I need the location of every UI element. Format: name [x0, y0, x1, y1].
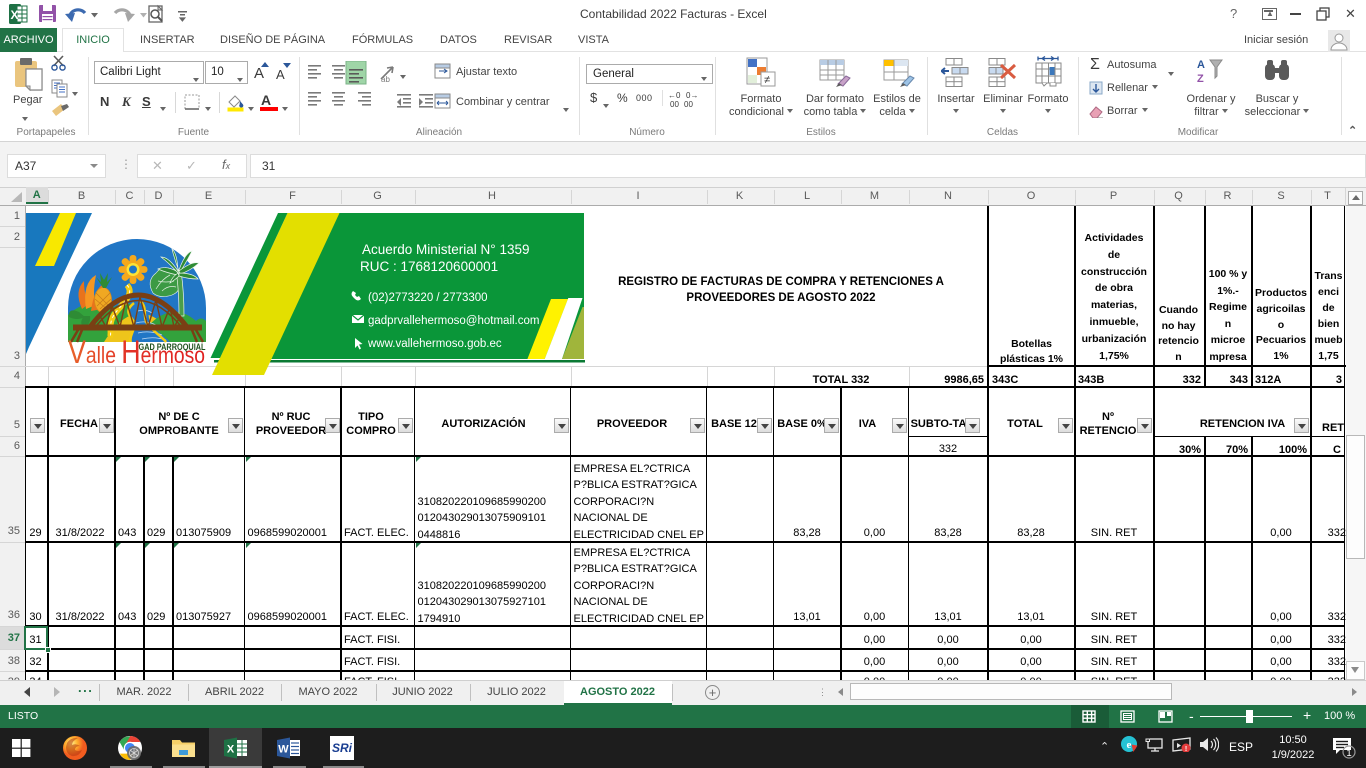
svg-text:www.vallehermoso.gob.ec: www.vallehermoso.gob.ec [367, 338, 502, 350]
svg-text:gadprvallehermoso@hotmail.com: gadprvallehermoso@hotmail.com [368, 315, 539, 327]
svg-text:W: W [278, 744, 289, 756]
svg-text:Acuerdo Ministerial N° 1359: Acuerdo Ministerial N° 1359 [362, 242, 529, 257]
svg-text:Z: Z [1197, 73, 1204, 85]
svg-text:(02)2773220 / 2773300: (02)2773220 / 2773300 [368, 292, 488, 304]
svg-text:!: ! [1185, 746, 1187, 752]
svg-text:1: 1 [1346, 748, 1351, 759]
svg-text:X: X [10, 8, 18, 22]
svg-text:X: X [227, 744, 235, 756]
svg-text:A: A [1197, 59, 1205, 71]
svg-text:ab: ab [381, 75, 390, 84]
svg-text:RUC : 1768120600001: RUC : 1768120600001 [360, 259, 498, 274]
svg-text:≠: ≠ [764, 74, 770, 86]
svg-text:e: e [1127, 739, 1132, 751]
